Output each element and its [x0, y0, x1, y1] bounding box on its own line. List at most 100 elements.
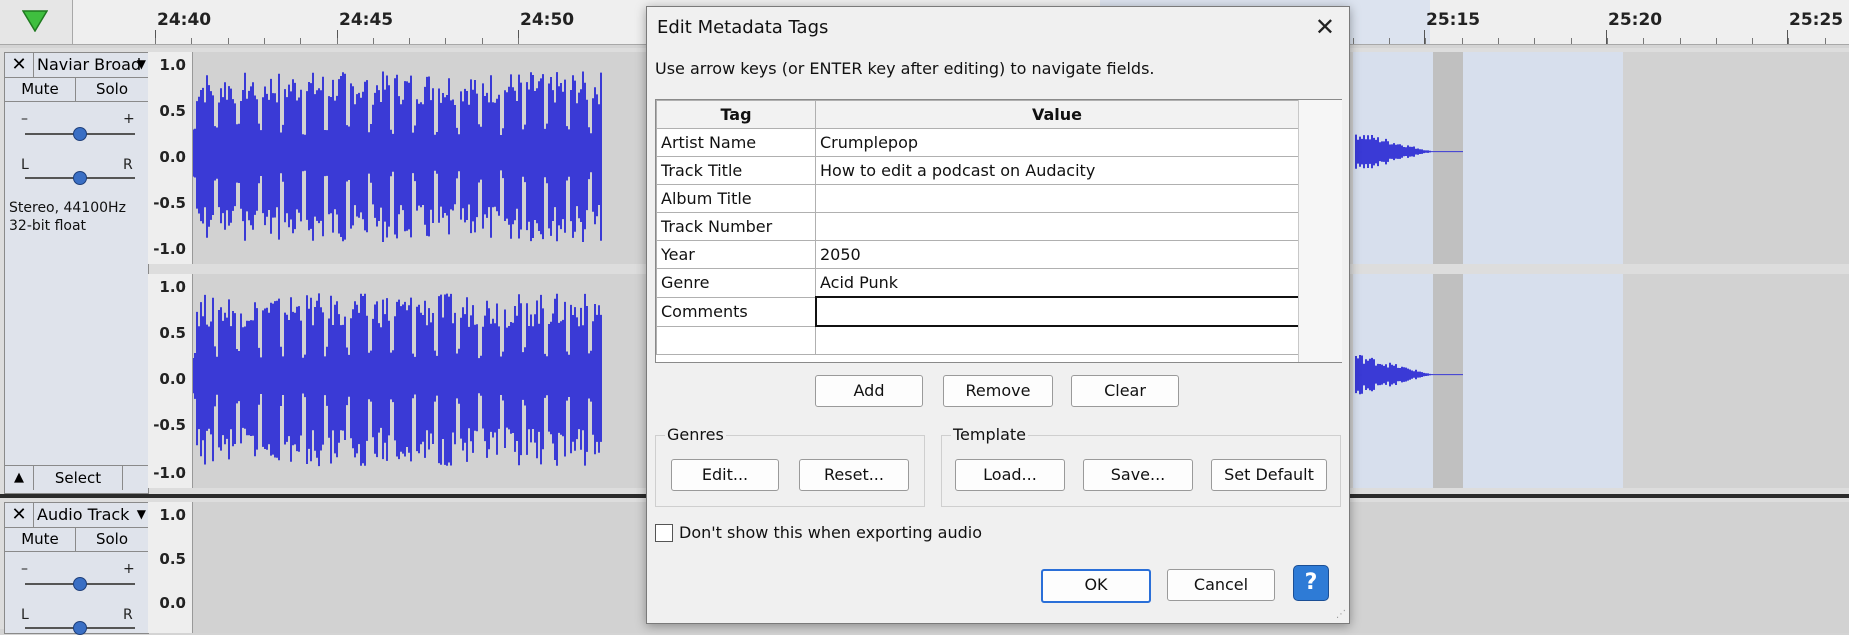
- ruler-minor-tick: [445, 38, 446, 44]
- ok-button[interactable]: OK: [1041, 569, 1151, 603]
- track-control-panel[interactable]: ✕ Naviar Broad ▼ Mute Solo – + L R Stere…: [4, 52, 149, 494]
- gain-min-label: –: [21, 561, 28, 577]
- genres-group-label: Genres: [665, 425, 726, 444]
- set-default-template-button[interactable]: Set Default: [1211, 459, 1327, 491]
- ruler-label: 24:50: [520, 10, 575, 30]
- vruler-label: -1.0: [153, 464, 186, 482]
- solo-button[interactable]: Solo: [76, 527, 148, 552]
- chevron-down-icon[interactable]: ▼: [137, 57, 146, 71]
- vruler-label: 1.0: [159, 56, 186, 74]
- save-template-button[interactable]: Save...: [1083, 459, 1193, 491]
- ruler-minor-tick: [1353, 38, 1354, 44]
- track-name-menu[interactable]: Audio Track: [37, 505, 129, 524]
- gain-max-label: +: [123, 561, 135, 577]
- table-row[interactable]: Track Number: [656, 212, 1299, 241]
- track-bit-depth: 32-bit float: [9, 218, 87, 234]
- gain-max-label: +: [123, 111, 135, 127]
- close-track-icon[interactable]: ✕: [5, 503, 34, 527]
- track-control-panel[interactable]: ✕ Audio Track ▼ Mute Solo – + L R: [4, 502, 149, 635]
- add-button[interactable]: Add: [815, 375, 923, 407]
- help-icon[interactable]: ?: [1293, 565, 1329, 601]
- reset-genres-button[interactable]: Reset...: [799, 459, 909, 491]
- load-template-button[interactable]: Load...: [955, 459, 1065, 491]
- ruler-minor-tick: [518, 38, 519, 44]
- close-track-icon[interactable]: ✕: [5, 53, 34, 77]
- vertical-ruler: 1.0 0.5 0.0: [148, 502, 193, 633]
- table-row[interactable]: Artist Name Crumplepop: [656, 128, 1299, 157]
- track-format-info: Stereo, 44100Hz 32-bit float: [9, 199, 126, 235]
- ruler-label: 25:20: [1608, 10, 1663, 30]
- tag-cell[interactable]: Genre: [656, 268, 816, 298]
- value-cell[interactable]: Crumplepop: [815, 128, 1299, 157]
- dont-show-checkbox[interactable]: [655, 524, 673, 542]
- play-triangle-icon[interactable]: [22, 10, 48, 32]
- ruler-minor-tick: [1752, 38, 1753, 44]
- vruler-label: 0.0: [159, 594, 186, 612]
- track-format: Stereo, 44100Hz: [9, 200, 126, 216]
- value-cell[interactable]: [815, 212, 1299, 241]
- vruler-label: -1.0: [153, 240, 186, 258]
- vruler-label: 0.5: [159, 324, 186, 342]
- value-cell[interactable]: [815, 184, 1299, 213]
- ruler-minor-tick: [1643, 38, 1644, 44]
- dont-show-label[interactable]: Don't show this when exporting audio: [679, 523, 982, 542]
- select-track-button[interactable]: Select: [34, 466, 123, 490]
- mute-button[interactable]: Mute: [5, 77, 76, 102]
- chevron-down-icon[interactable]: ▼: [137, 507, 146, 521]
- remove-button[interactable]: Remove: [943, 375, 1053, 407]
- tag-cell[interactable]: Year: [656, 240, 816, 269]
- track-name-menu[interactable]: Naviar Broad: [37, 55, 141, 74]
- value-cell[interactable]: How to edit a podcast on Audacity: [815, 156, 1299, 185]
- ruler-minor-tick: [1389, 38, 1390, 44]
- vruler-label: -0.5: [153, 416, 186, 434]
- vruler-label: 0.5: [159, 550, 186, 568]
- close-icon[interactable]: ✕: [1315, 15, 1335, 39]
- tag-cell[interactable]: [656, 325, 816, 355]
- solo-button[interactable]: Solo: [76, 77, 148, 102]
- table-row[interactable]: Comments: [656, 296, 1300, 327]
- gain-slider[interactable]: [25, 127, 135, 141]
- ruler-minor-tick: [1788, 38, 1789, 44]
- value-cell[interactable]: [815, 325, 1299, 355]
- tag-cell[interactable]: Comments: [656, 296, 816, 327]
- collapse-track-icon[interactable]: ▲: [5, 466, 34, 490]
- table-row[interactable]: Album Title: [656, 184, 1299, 213]
- metadata-grid[interactable]: Tag Value Artist Name Crumplepop Track T…: [655, 99, 1342, 363]
- ruler-minor-tick: [1534, 38, 1535, 44]
- tag-cell[interactable]: Artist Name: [656, 128, 816, 157]
- ruler-minor-tick: [1680, 38, 1681, 44]
- ruler-minor-tick: [191, 38, 192, 44]
- table-row[interactable]: [656, 325, 1299, 355]
- gain-slider[interactable]: [25, 577, 135, 591]
- gain-slider-knob[interactable]: [73, 577, 87, 591]
- pan-slider-knob[interactable]: [73, 171, 87, 185]
- ruler-minor-tick: [482, 38, 483, 44]
- vruler-label: -0.5: [153, 194, 186, 212]
- mute-button[interactable]: Mute: [5, 527, 76, 552]
- pan-slider-knob[interactable]: [73, 621, 87, 635]
- table-row[interactable]: Track Title How to edit a podcast on Aud…: [656, 156, 1299, 185]
- template-group-label: Template: [951, 425, 1029, 444]
- tag-cell[interactable]: Album Title: [656, 184, 816, 213]
- vruler-label: 1.0: [159, 506, 186, 524]
- table-row[interactable]: Genre Acid Punk: [656, 268, 1299, 298]
- table-row[interactable]: Year 2050: [656, 240, 1299, 269]
- clear-button[interactable]: Clear: [1071, 375, 1179, 407]
- tag-cell[interactable]: Track Number: [656, 212, 816, 241]
- ruler-label: 24:40: [157, 10, 212, 30]
- ruler-minor-tick: [264, 38, 265, 44]
- value-cell-editing[interactable]: [814, 296, 1300, 327]
- grid-scrollbar[interactable]: [1298, 100, 1342, 362]
- cancel-button[interactable]: Cancel: [1167, 569, 1275, 601]
- play-head-area[interactable]: [0, 0, 73, 44]
- value-cell[interactable]: 2050: [815, 240, 1299, 269]
- dialog-instructions: Use arrow keys (or ENTER key after editi…: [655, 59, 1155, 78]
- gain-slider-knob[interactable]: [73, 127, 87, 141]
- value-cell[interactable]: Acid Punk: [815, 268, 1299, 298]
- pan-slider[interactable]: [25, 171, 135, 185]
- ruler-label: 24:45: [339, 10, 394, 30]
- resize-grip-icon[interactable]: ⋰: [1336, 609, 1346, 620]
- ruler-minor-tick: [228, 38, 229, 44]
- tag-cell[interactable]: Track Title: [656, 156, 816, 185]
- edit-genres-button[interactable]: Edit...: [671, 459, 779, 491]
